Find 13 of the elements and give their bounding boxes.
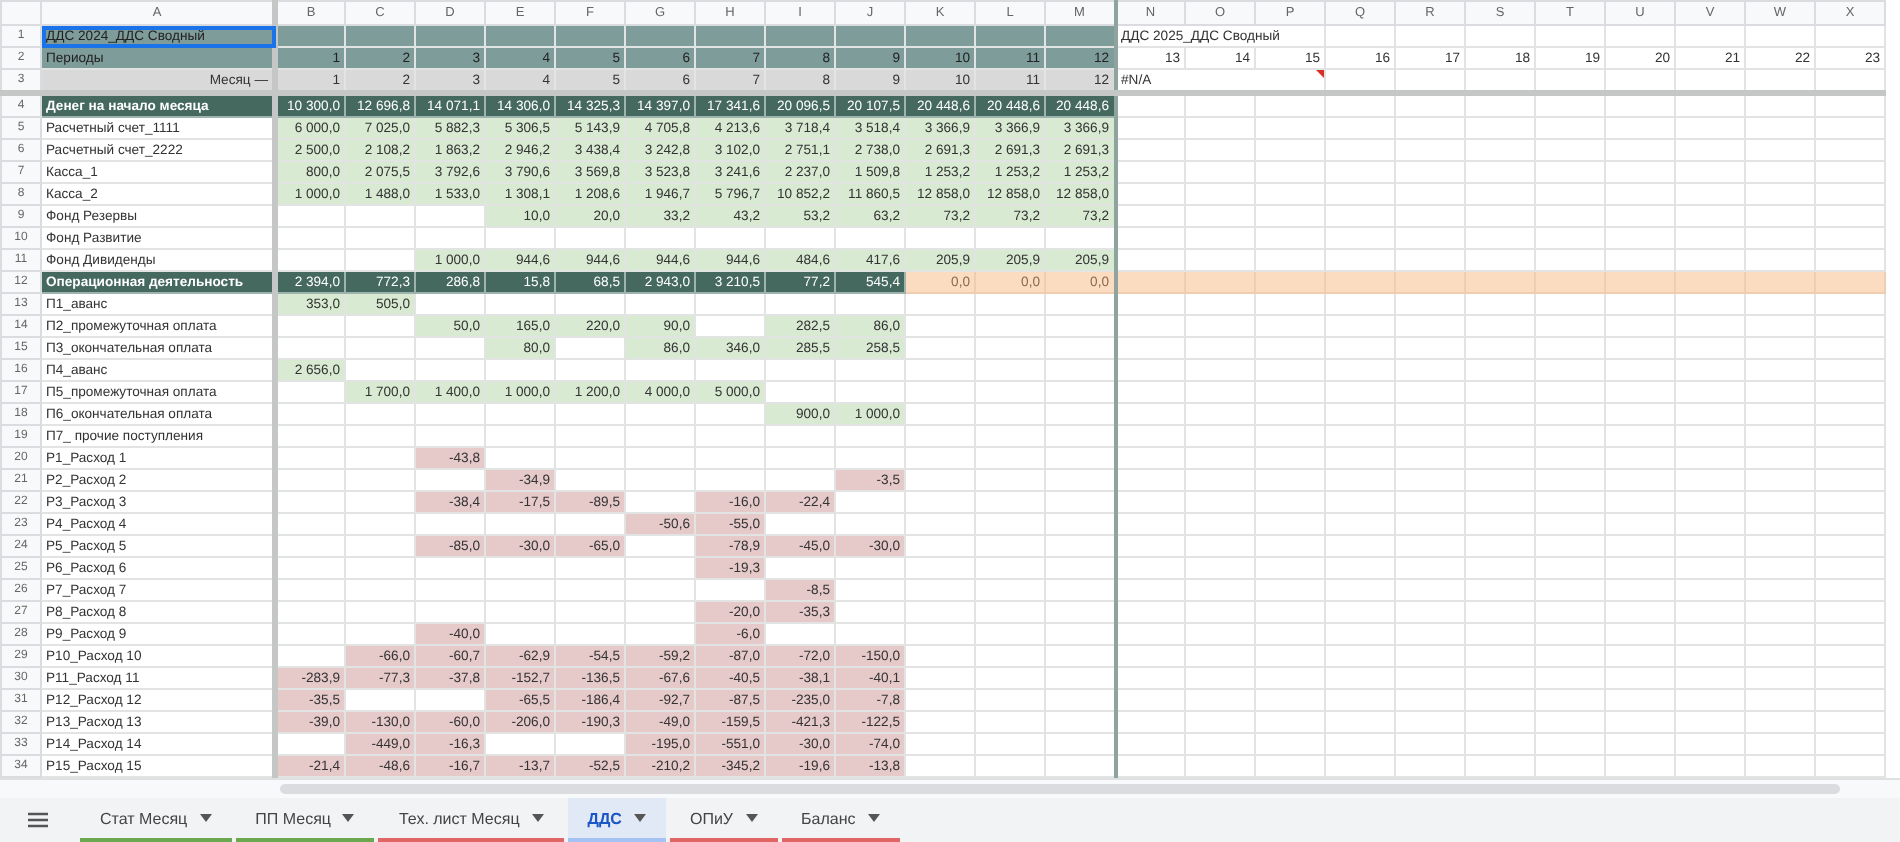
caret-icon — [633, 814, 646, 822]
sheet-tab[interactable]: ДДС — [567, 798, 666, 842]
caret-icon — [342, 814, 355, 822]
sheet-tab[interactable]: ПП Месяц — [235, 798, 375, 842]
sheet-tab[interactable]: Баланс — [781, 798, 900, 842]
sheet-tab[interactable]: Стат Месяц — [80, 798, 232, 842]
sheet-tab[interactable]: ОПиУ — [669, 798, 777, 842]
sheet-tab[interactable]: Тех. лист Месяц — [378, 798, 564, 842]
caret-icon — [531, 814, 544, 822]
caret-icon — [745, 814, 757, 822]
caret-icon — [867, 814, 880, 822]
caret-icon — [199, 814, 212, 822]
scrollbar[interactable] — [0, 778, 1900, 798]
